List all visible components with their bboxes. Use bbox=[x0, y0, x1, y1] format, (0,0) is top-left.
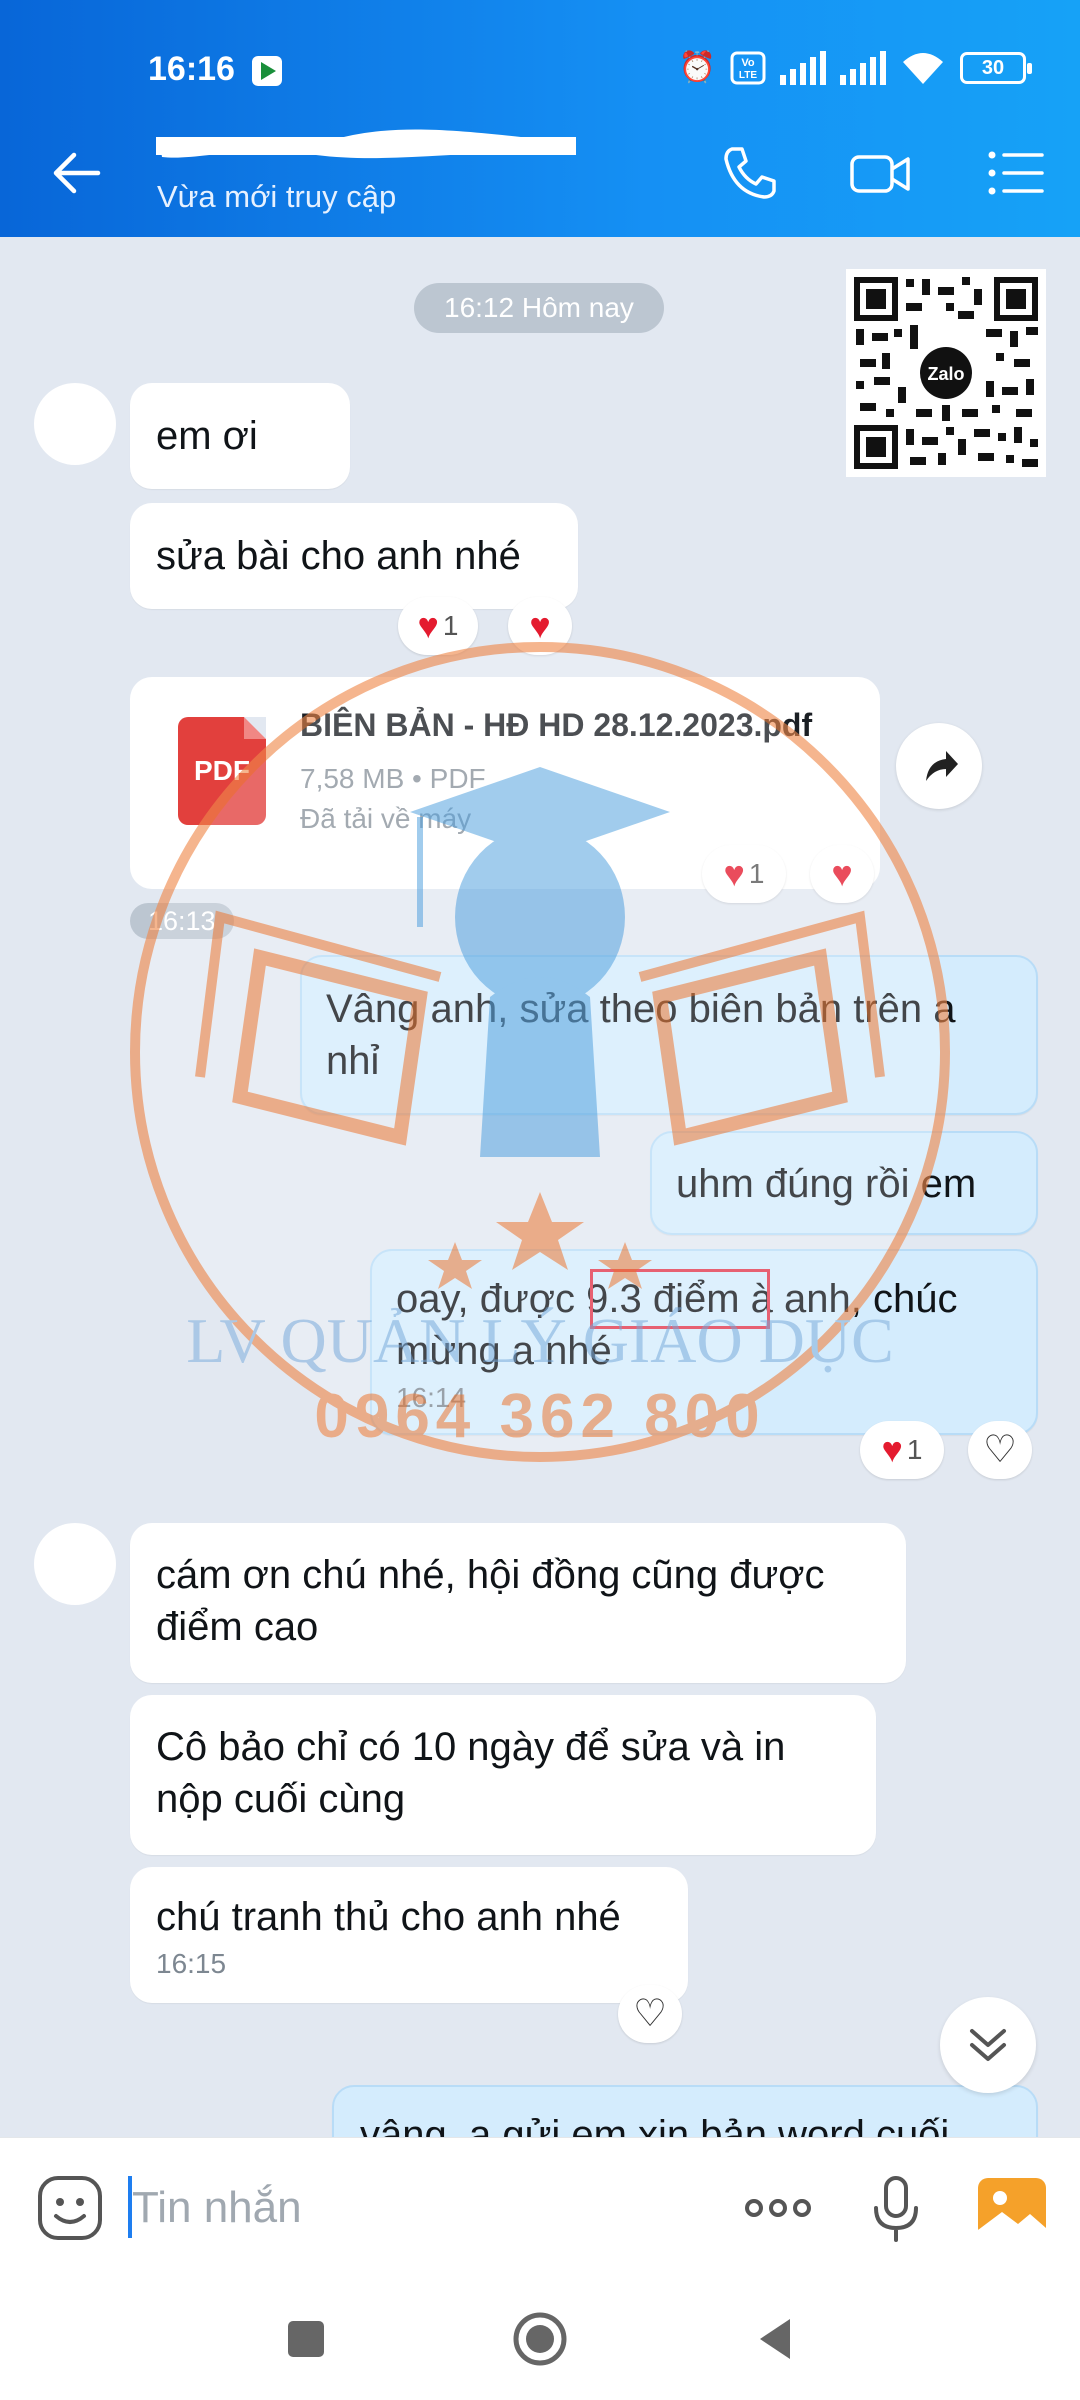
play-store-icon bbox=[252, 56, 282, 86]
svg-text:LTE: LTE bbox=[739, 70, 757, 81]
add-reaction-button[interactable]: ♡ bbox=[618, 1985, 682, 2043]
heart-icon: ♥ bbox=[881, 1429, 903, 1470]
file-download-status: Đã tải về máy bbox=[300, 803, 472, 834]
phone-icon[interactable] bbox=[718, 141, 782, 205]
message-text: em ơi bbox=[156, 414, 258, 458]
message-time: 16:14 bbox=[396, 1382, 467, 1413]
share-button[interactable] bbox=[896, 723, 982, 809]
score-highlight-box bbox=[590, 1269, 770, 1329]
status-time: 16:16 bbox=[148, 50, 235, 88]
double-chevron-down-icon bbox=[970, 2029, 1006, 2061]
chat-header: Vừa mới truy cập bbox=[0, 105, 1080, 237]
pdf-file-icon: PDF bbox=[178, 717, 266, 825]
incoming-message[interactable]: em ơi bbox=[130, 383, 350, 489]
add-reaction-button[interactable]: ♡ bbox=[968, 1421, 1032, 1479]
back-arrow-icon[interactable] bbox=[46, 143, 106, 203]
message-text: Cô bảo chỉ có 10 ngày để sửa và in nộp c… bbox=[156, 1725, 786, 1821]
message-text: vâng, a gửi em xin bản word cuối bbox=[360, 2113, 950, 2137]
heart-icon: ♥ bbox=[723, 853, 745, 894]
reaction-count: 1 bbox=[748, 858, 765, 889]
heart-icon: ♥ bbox=[417, 605, 439, 646]
volte-icon: VoLTE bbox=[730, 51, 766, 85]
microphone-icon[interactable] bbox=[856, 2168, 936, 2248]
image-gallery-icon[interactable] bbox=[972, 2168, 1052, 2248]
incoming-message[interactable]: chú tranh thủ cho anh nhé 16:15 bbox=[130, 1867, 688, 2003]
top-bar: 16:16 ⏰ Vo LTE 30 Vừa mới truy cập bbox=[0, 0, 1080, 237]
message-time: 16:15 bbox=[156, 1948, 227, 1979]
file-meta: 7,58 MB • PDF bbox=[300, 763, 486, 794]
heart-icon: ♥ bbox=[529, 605, 551, 646]
contact-status: Vừa mới truy cập bbox=[157, 179, 397, 214]
contact-name-redacted[interactable] bbox=[156, 125, 576, 167]
reaction-count-badge[interactable]: ♥ 1 bbox=[860, 1421, 944, 1479]
sticker-emoji-icon[interactable] bbox=[36, 2174, 104, 2242]
reaction-count: 1 bbox=[906, 1434, 923, 1465]
outgoing-message[interactable]: uhm đúng rồi em bbox=[650, 1131, 1038, 1235]
menu-list-icon[interactable] bbox=[984, 141, 1048, 205]
video-call-icon[interactable] bbox=[848, 141, 912, 205]
battery-icon: 30 bbox=[960, 52, 1032, 84]
incoming-message[interactable]: Cô bảo chỉ có 10 ngày để sửa và in nộp c… bbox=[130, 1695, 876, 1855]
zalo-qr-code[interactable]: Zalo bbox=[846, 269, 1046, 477]
signal-icon-1 bbox=[780, 51, 826, 85]
message-input-bar bbox=[0, 2137, 1080, 2277]
message-text: sửa bài cho anh nhé bbox=[156, 534, 521, 578]
date-separator: 16:12 Hôm nay bbox=[414, 283, 664, 333]
system-nav-bar bbox=[0, 2277, 1080, 2400]
time-separator: 16:13 bbox=[130, 903, 234, 939]
outgoing-message[interactable]: vâng, a gửi em xin bản word cuối bbox=[332, 2085, 1038, 2137]
file-name: BIÊN BẢN - HĐ HD 28.12.2023.pdf bbox=[300, 707, 813, 743]
status-bar: 16:16 ⏰ Vo LTE 30 bbox=[0, 0, 1080, 105]
alarm-icon: ⏰ bbox=[678, 51, 716, 84]
message-text: cám ơn chú nhé, hội đồng cũng được điểm … bbox=[156, 1553, 825, 1649]
reaction-count-badge[interactable]: ♥ 1 bbox=[702, 845, 786, 903]
svg-text:Vo: Vo bbox=[741, 57, 755, 69]
heart-outline-icon: ♡ bbox=[982, 1429, 1018, 1471]
contact-avatar[interactable] bbox=[34, 383, 116, 465]
back-triangle-icon[interactable] bbox=[746, 2309, 806, 2369]
outgoing-message[interactable]: Vâng anh, sửa theo biên bản trên a nhỉ bbox=[300, 955, 1038, 1115]
qr-logo-text: Zalo bbox=[927, 364, 964, 384]
wifi-icon bbox=[903, 53, 943, 84]
add-reaction-button[interactable]: ♥ bbox=[810, 845, 874, 903]
more-options-icon[interactable] bbox=[738, 2168, 818, 2248]
share-arrow-icon bbox=[926, 751, 958, 781]
recents-icon[interactable] bbox=[276, 2309, 336, 2369]
message-text: Vâng anh, sửa theo biên bản trên a nhỉ bbox=[326, 987, 956, 1083]
message-text: chú tranh thủ cho anh nhé bbox=[156, 1895, 621, 1939]
chat-area[interactable]: 16:12 Hôm nay Zalo em ơi sửa bài cho anh… bbox=[0, 237, 1080, 2137]
message-input[interactable] bbox=[132, 2168, 692, 2248]
home-icon[interactable] bbox=[510, 2309, 570, 2369]
contact-avatar[interactable] bbox=[34, 1523, 116, 1605]
heart-outline-icon: ♡ bbox=[632, 1993, 668, 2035]
heart-icon: ♥ bbox=[831, 853, 853, 894]
incoming-message[interactable]: sửa bài cho anh nhé bbox=[130, 503, 578, 609]
add-reaction-button[interactable]: ♥ bbox=[508, 597, 572, 655]
reaction-count: 1 bbox=[442, 610, 459, 641]
message-text: uhm đúng rồi em bbox=[676, 1162, 977, 1206]
status-icons: ⏰ Vo LTE 30 bbox=[678, 48, 1032, 88]
incoming-message[interactable]: cám ơn chú nhé, hội đồng cũng được điểm … bbox=[130, 1523, 906, 1683]
reaction-count-badge[interactable]: ♥ 1 bbox=[398, 597, 478, 655]
signal-icon-2 bbox=[840, 51, 886, 85]
scroll-to-bottom-button[interactable] bbox=[940, 1997, 1036, 2093]
